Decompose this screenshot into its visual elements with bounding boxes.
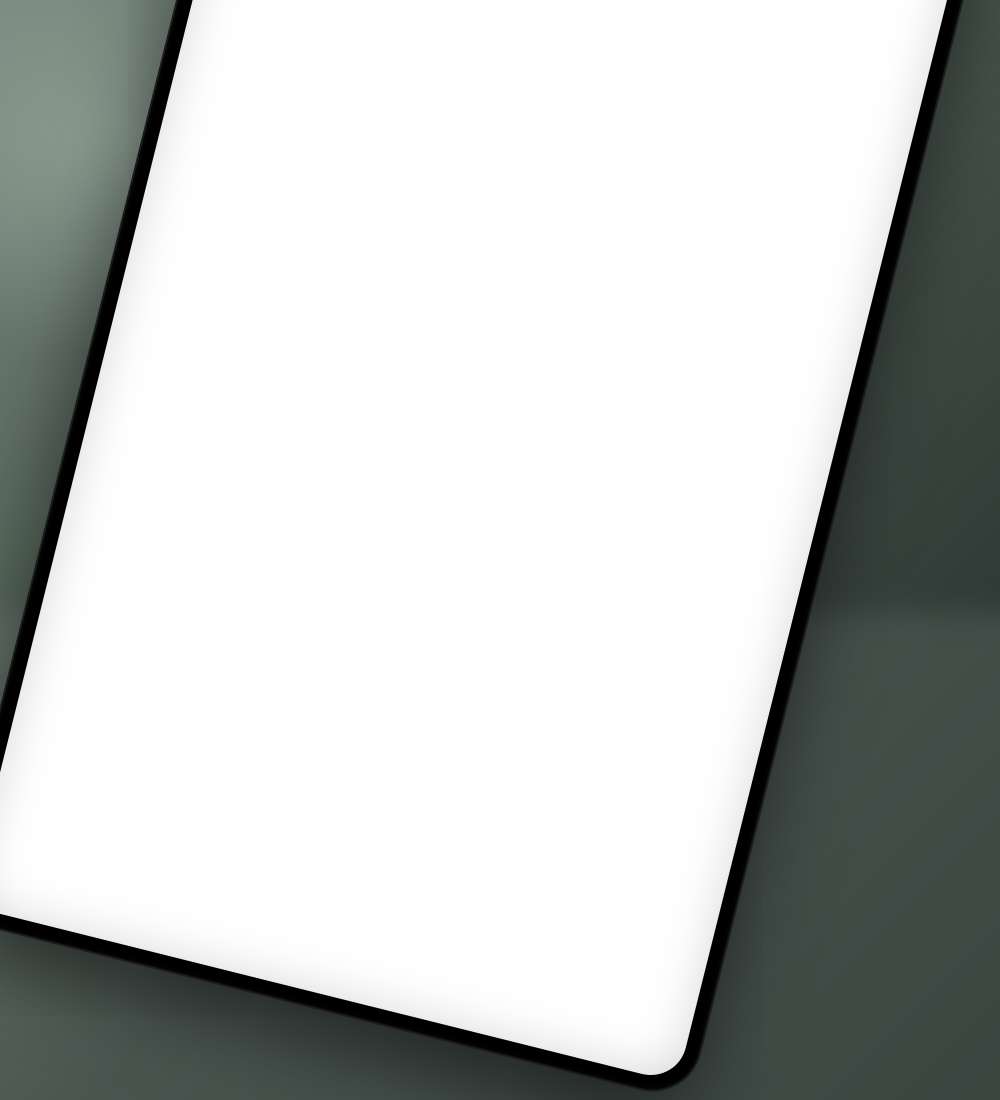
form-label: Create your account. [246, 0, 898, 88]
signup-content: STEP 1 OF 3 Enter your email and passwor… [213, 0, 1000, 96]
